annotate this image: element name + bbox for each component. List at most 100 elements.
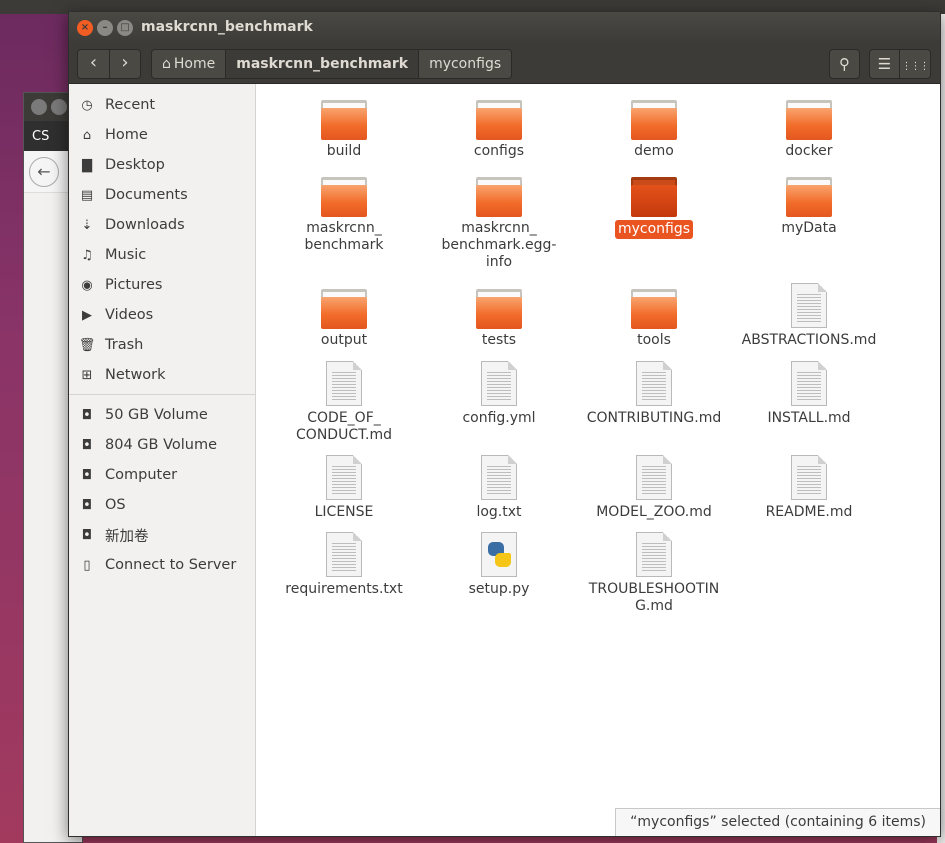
folder-item[interactable]: maskrcnn_ benchmark	[269, 177, 419, 254]
file-item[interactable]: CODE_OF_ CONDUCT.md	[269, 361, 419, 444]
file-name: myData	[781, 220, 837, 236]
folder-icon	[321, 289, 367, 329]
folder-item[interactable]: output	[269, 289, 419, 349]
file-name: README.md	[765, 504, 853, 520]
folder-icon	[321, 100, 367, 140]
search-button[interactable]: ⚲	[829, 49, 860, 79]
close-icon[interactable]: ×	[77, 20, 93, 36]
folder-item[interactable]: myconfigs	[579, 177, 729, 239]
text-file-icon	[791, 283, 827, 328]
breadcrumb-home[interactable]: ⌂ Home	[152, 50, 226, 78]
file-name: setup.py	[468, 581, 530, 597]
file-item[interactable]: CONTRIBUTING.md	[579, 361, 729, 427]
file-item[interactable]: config.yml	[424, 361, 574, 427]
documents-icon: ▤	[80, 187, 94, 203]
drive-icon: ◘	[81, 527, 93, 543]
breadcrumb-current[interactable]: maskrcnn_benchmark	[225, 50, 419, 78]
folder-item[interactable]: tests	[424, 289, 574, 349]
minimize-icon[interactable]: –	[97, 20, 113, 36]
titlebar: × – □ maskrcnn_benchmark	[69, 12, 940, 44]
sidebar-item-connect-to-server[interactable]: ▯ Connect to Server	[69, 550, 255, 580]
folder-item[interactable]: docker	[734, 100, 884, 160]
folder-item[interactable]: configs	[424, 100, 574, 160]
folder-item[interactable]: maskrcnn_ benchmark.egg- info	[424, 177, 574, 271]
file-name: docker	[785, 143, 833, 159]
folder-item[interactable]: demo	[579, 100, 729, 160]
file-item[interactable]: LICENSE	[269, 455, 419, 521]
folder-item[interactable]: build	[269, 100, 419, 160]
background-back-icon[interactable]: ←	[29, 157, 59, 187]
folder-icon	[476, 100, 522, 140]
file-item[interactable]: TROUBLESHOOTIN G.md	[579, 532, 729, 615]
sidebar-divider	[69, 394, 255, 395]
folder-icon	[631, 289, 677, 329]
breadcrumb-child[interactable]: myconfigs	[418, 50, 512, 78]
home-icon: ⌂	[162, 56, 171, 72]
file-item[interactable]: log.txt	[424, 455, 574, 521]
sidebar-item-新加卷[interactable]: ◘ 新加卷	[69, 520, 255, 550]
sidebar-item-label: 50 GB Volume	[105, 407, 208, 423]
sidebar-item-trash[interactable]: 🗑 Trash	[69, 330, 255, 360]
sidebar-item-label: Documents	[105, 187, 188, 203]
text-file-icon	[481, 361, 517, 406]
sidebar-item-label: Recent	[105, 97, 156, 113]
forward-button[interactable]: ›	[109, 50, 140, 78]
sidebar-item-recent[interactable]: ◷ Recent	[69, 90, 255, 120]
desktop-icon: ▇	[82, 157, 92, 173]
background-close-icon	[31, 99, 47, 115]
sidebar-item-os[interactable]: ◘ OS	[69, 490, 255, 520]
file-item[interactable]: ABSTRACTIONS.md	[734, 283, 884, 349]
sidebar-item-label: Computer	[105, 467, 178, 483]
file-name: CONTRIBUTING.md	[586, 410, 722, 426]
grid-view-button[interactable]: ⋮⋮⋮	[900, 49, 931, 79]
sidebar-item-label: Network	[105, 367, 166, 383]
file-grid: build configs demo docker maskrcnn_ benchmar…	[257, 84, 940, 836]
folder-item[interactable]: myData	[734, 177, 884, 237]
sidebar-item-videos[interactable]: ▶ Videos	[69, 300, 255, 330]
file-item[interactable]: INSTALL.md	[734, 361, 884, 427]
breadcrumb: ⌂ Home maskrcnn_benchmark myconfigs	[151, 49, 513, 79]
sidebar: ◷ Recent ⌂ Home ▇ Desktop ▤ Documents ⇣ Downloads…	[69, 84, 256, 836]
file-manager-window: × – □ maskrcnn_benchmark ‹ › ⌂ Home maskr…	[68, 11, 941, 837]
file-item[interactable]: README.md	[734, 455, 884, 521]
text-file-icon	[791, 361, 827, 406]
file-name: LICENSE	[314, 504, 374, 520]
sidebar-item-music[interactable]: ♫ Music	[69, 240, 255, 270]
drive-icon: ◘	[81, 497, 93, 513]
text-file-icon	[326, 532, 362, 577]
camera-icon: ◉	[81, 277, 93, 293]
sidebar-item-label: Desktop	[105, 157, 165, 173]
file-name: CODE_OF_ CONDUCT.md	[296, 410, 392, 443]
sidebar-item-804-gb-volume[interactable]: ◘ 804 GB Volume	[69, 430, 255, 460]
text-file-icon	[791, 455, 827, 500]
file-name: maskrcnn_ benchmark.egg- info	[441, 220, 557, 270]
sidebar-item-label: Pictures	[105, 277, 163, 293]
list-view-button[interactable]: ☰	[869, 49, 900, 79]
back-button[interactable]: ‹	[78, 50, 109, 78]
server-icon: ▯	[83, 557, 91, 573]
file-name: tests	[481, 332, 517, 348]
file-name: demo	[634, 143, 674, 159]
file-name: output	[320, 332, 368, 348]
drive-icon: ◘	[81, 407, 93, 423]
music-icon: ♫	[81, 247, 93, 263]
maximize-icon[interactable]: □	[117, 20, 133, 36]
sidebar-item-home[interactable]: ⌂ Home	[69, 120, 255, 150]
sidebar-item-desktop[interactable]: ▇ Desktop	[69, 150, 255, 180]
sidebar-item-documents[interactable]: ▤ Documents	[69, 180, 255, 210]
sidebar-item-pictures[interactable]: ◉ Pictures	[69, 270, 255, 300]
sidebar-item-label: Music	[105, 247, 147, 263]
text-file-icon	[636, 455, 672, 500]
file-item[interactable]: setup.py	[424, 532, 574, 598]
folder-item[interactable]: tools	[579, 289, 729, 349]
folder-icon	[321, 177, 367, 217]
list-icon: ☰	[877, 55, 892, 73]
sidebar-item-network[interactable]: ⊞ Network	[69, 360, 255, 390]
sidebar-item-50-gb-volume[interactable]: ◘ 50 GB Volume	[69, 400, 255, 430]
sidebar-item-downloads[interactable]: ⇣ Downloads	[69, 210, 255, 240]
file-item[interactable]: MODEL_ZOO.md	[579, 455, 729, 521]
sidebar-item-label: Connect to Server	[105, 557, 237, 573]
sidebar-item-computer[interactable]: ◘ Computer	[69, 460, 255, 490]
file-name: TROUBLESHOOTIN G.md	[588, 581, 720, 614]
file-item[interactable]: requirements.txt	[269, 532, 419, 598]
